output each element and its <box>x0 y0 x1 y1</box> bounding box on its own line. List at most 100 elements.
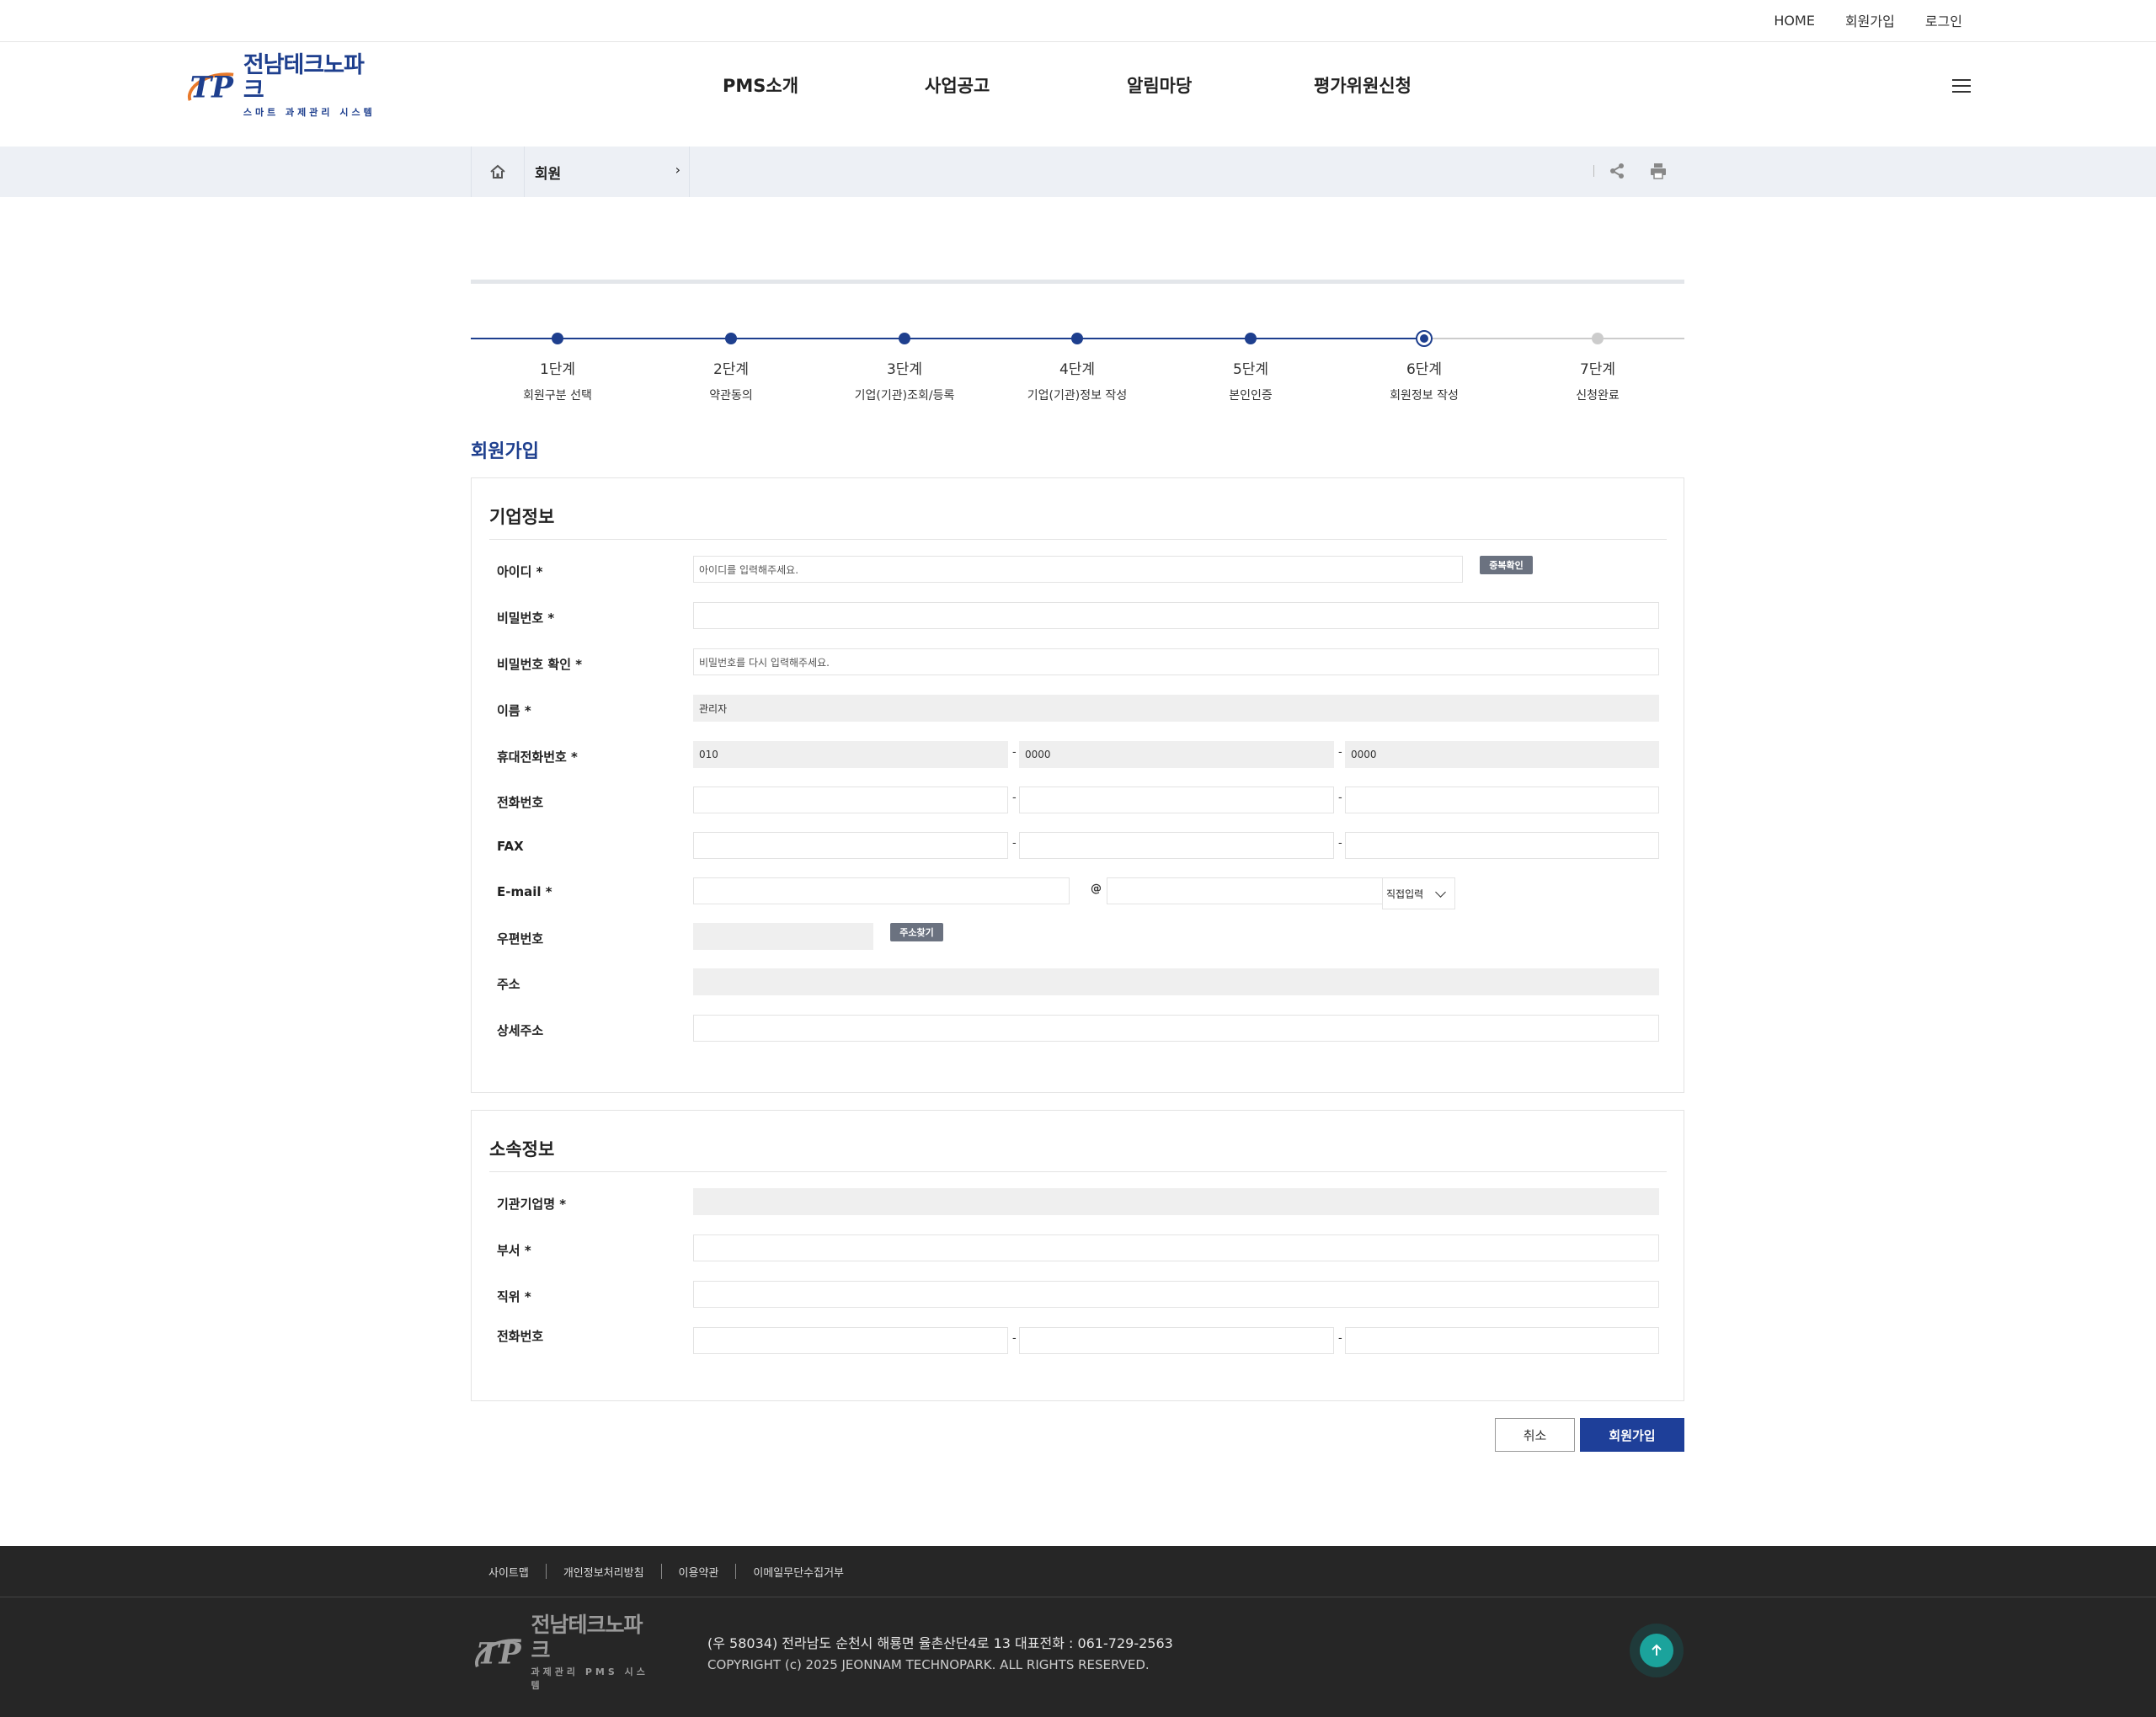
org-name-label: 기관기업명 * <box>497 1197 567 1212</box>
org-phone-input-3[interactable] <box>1345 1327 1659 1354</box>
chevron-down-icon <box>1435 887 1446 898</box>
signup-link[interactable]: 회원가입 <box>1845 10 1895 30</box>
id-input[interactable]: 아이디를 입력해주세요. <box>693 556 1463 583</box>
utility-bar: HOME 회원가입 로그인 <box>0 0 2156 42</box>
dash: - <box>1012 792 1017 804</box>
nav-evaluator-apply[interactable]: 평가위원신청 <box>1314 72 1482 101</box>
join-button[interactable]: 회원가입 <box>1580 1418 1684 1452</box>
scroll-top-button[interactable] <box>1630 1624 1684 1677</box>
home-icon[interactable] <box>471 147 525 197</box>
dash: - <box>1338 837 1342 850</box>
fax-input-2[interactable] <box>1019 832 1334 859</box>
duplicate-check-button[interactable]: 중복확인 <box>1480 556 1533 574</box>
company-info-section: 기업정보 아이디 * 아이디를 입력해주세요. 중복확인 비밀번호 * 비밀번호… <box>471 477 1684 1093</box>
step-3: 3단계 기업(기관)조회/등록 <box>820 320 989 403</box>
site-logo[interactable]: TP 전남테크노파크 스마트 과제관리 시스템 <box>184 53 377 118</box>
tp-logo-icon: TP <box>475 1636 522 1671</box>
org-phone-input-1[interactable] <box>693 1327 1008 1354</box>
footer-address: (우 58034) 전라남도 순천시 해룡면 율촌산단4로 13 대표전화 : … <box>707 1635 1173 1651</box>
footer-sitemap-link[interactable]: 사이트맵 <box>488 1564 529 1580</box>
share-icon[interactable] <box>1608 162 1626 180</box>
dash: - <box>1012 746 1017 759</box>
nav-pms-intro[interactable]: PMS소개 <box>723 72 925 101</box>
footer-terms-link[interactable]: 이용약관 <box>679 1564 719 1580</box>
cancel-button[interactable]: 취소 <box>1495 1418 1575 1452</box>
phone-input-2[interactable] <box>1019 787 1334 813</box>
email-id-input[interactable] <box>693 877 1070 904</box>
footer-logo: TP 전남테크노파크 과제관리 PMS 시스템 <box>471 1613 656 1691</box>
dash: - <box>1338 1332 1342 1345</box>
phone-input-1[interactable] <box>693 787 1008 813</box>
hamburger-menu-icon[interactable] <box>1952 79 1971 94</box>
divider <box>489 1171 1667 1172</box>
chevron-right-icon: › <box>675 162 680 178</box>
department-input[interactable] <box>693 1234 1659 1261</box>
step-7: 7단계 신청완료 <box>1513 320 1682 403</box>
phone-input-3[interactable] <box>1345 787 1659 813</box>
footer-links: 사이트맵 개인정보처리방침 이용약관 이메일무단수집거부 <box>488 1546 844 1597</box>
footer-privacy-link[interactable]: 개인정보처리방침 <box>563 1564 644 1580</box>
dash: - <box>1338 792 1342 804</box>
email-select-value: 직접입력 <box>1386 888 1424 900</box>
content-top-line <box>471 280 1684 284</box>
footer-email-refusal-link[interactable]: 이메일무단수집거부 <box>753 1564 844 1580</box>
breadcrumb-depth1[interactable]: 회원 › <box>525 147 690 197</box>
fax-label: FAX <box>497 839 524 854</box>
dash: - <box>1338 746 1342 759</box>
divider <box>489 539 1667 540</box>
email-domain-select[interactable]: 직접입력 <box>1382 877 1455 909</box>
org-phone-input-2[interactable] <box>1019 1327 1334 1354</box>
name-label: 이름 * <box>497 703 531 718</box>
zipcode-label: 우편번호 <box>497 931 544 946</box>
step-4: 4단계 기업(기관)정보 작성 <box>993 320 1161 403</box>
mobile-input-1[interactable]: 010 <box>693 741 1008 768</box>
login-link[interactable]: 로그인 <box>1925 10 1962 30</box>
breadcrumb-label: 회원 <box>535 165 562 183</box>
main-nav: PMS소개 사업공고 알림마당 평가위원신청 <box>723 72 1482 101</box>
fax-input-3[interactable] <box>1345 832 1659 859</box>
zipcode-input[interactable] <box>693 923 873 950</box>
affiliation-section: 소속정보 기관기업명 * 부서 * 직위 * 전화번호 - - <box>471 1110 1684 1401</box>
page-title: 회원가입 <box>471 441 539 462</box>
org-name-input[interactable] <box>693 1188 1659 1215</box>
address-input[interactable] <box>693 968 1659 995</box>
password-label: 비밀번호 * <box>497 611 555 626</box>
svg-text:TP: TP <box>190 71 235 104</box>
tp-logo-icon: TP <box>187 71 235 104</box>
step-6-current: 6단계 회원정보 작성 <box>1340 320 1508 403</box>
position-input[interactable] <box>693 1281 1659 1308</box>
dash: - <box>1012 1332 1017 1345</box>
email-domain-input[interactable] <box>1107 877 1415 904</box>
department-label: 부서 * <box>497 1243 531 1258</box>
fax-input-1[interactable] <box>693 832 1008 859</box>
step-indicator: 1단계 회원구분 선택 2단계 약관동의 3단계 기업(기관)조회/등록 4단계 기업(… <box>471 320 1684 404</box>
address-detail-input[interactable] <box>693 1015 1659 1042</box>
position-label: 직위 * <box>497 1289 531 1304</box>
mobile-input-3[interactable]: 0000 <box>1345 741 1659 768</box>
footer-logo-title: 전남테크노파크 <box>531 1613 643 1662</box>
step-1: 1단계 회원구분 선택 <box>473 320 642 403</box>
dash: - <box>1012 837 1017 850</box>
logo-subtitle: 스마트 과제관리 시스템 <box>243 107 376 118</box>
home-link[interactable]: HOME <box>1774 13 1815 29</box>
logo-title: 전남테크노파크 <box>243 52 365 104</box>
address-search-button[interactable]: 주소찾기 <box>890 923 943 941</box>
mobile-input-2[interactable]: 0000 <box>1019 741 1334 768</box>
name-input[interactable]: 관리자 <box>693 695 1659 722</box>
section-title: 소속정보 <box>489 1139 555 1160</box>
password-input[interactable] <box>693 602 1659 629</box>
password-confirm-input[interactable]: 비밀번호를 다시 입력해주세요. <box>693 648 1659 675</box>
divider <box>1593 165 1594 177</box>
nav-notice-board[interactable]: 알림마당 <box>1127 72 1314 101</box>
at-sign: @ <box>1091 882 1102 895</box>
id-label: 아이디 * <box>497 564 543 579</box>
org-phone-label: 전화번호 <box>497 1329 544 1344</box>
print-icon[interactable] <box>1649 162 1668 180</box>
email-label: E-mail * <box>497 884 552 899</box>
location-bar: 회원 › <box>0 147 2156 197</box>
address-detail-label: 상세주소 <box>497 1023 544 1038</box>
password-confirm-label: 비밀번호 확인 * <box>497 657 583 672</box>
nav-business-notice[interactable]: 사업공고 <box>925 72 1127 101</box>
section-title: 기업정보 <box>489 507 555 527</box>
step-5: 5단계 본인인증 <box>1166 320 1335 403</box>
